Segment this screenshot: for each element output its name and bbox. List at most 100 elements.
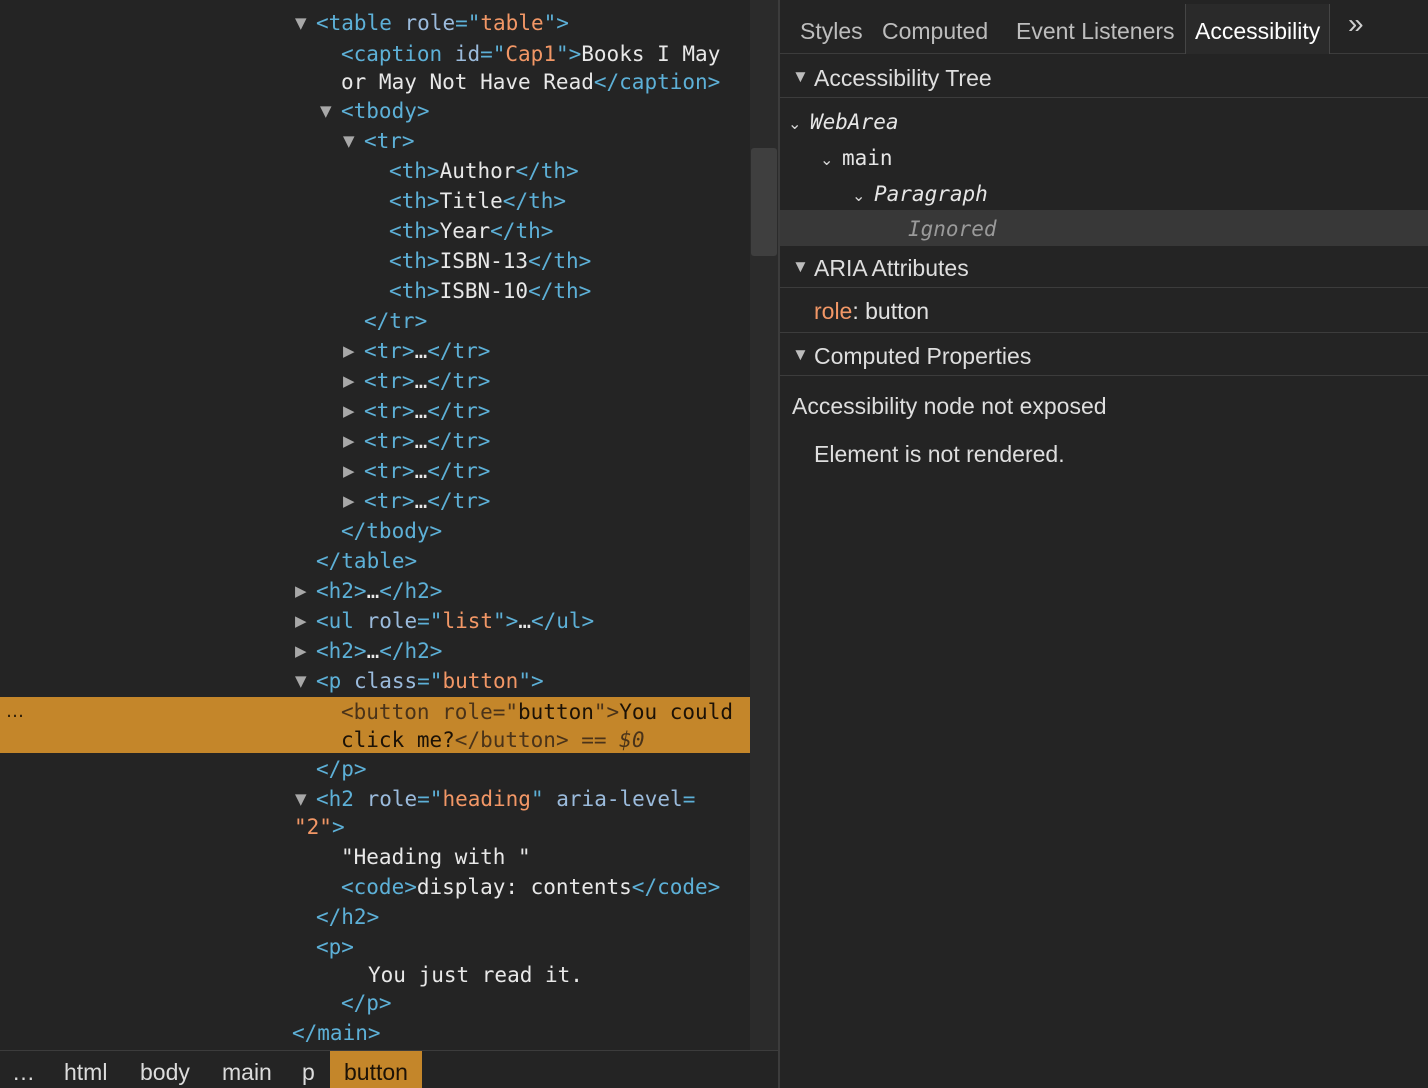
dom-node-line[interactable]: <th>Title</th> — [389, 186, 566, 216]
dom-token: aria-level — [556, 787, 683, 811]
breadcrumb-button[interactable]: button — [330, 1051, 422, 1088]
dom-token: =" — [480, 42, 506, 66]
dom-token: =" — [455, 11, 481, 35]
dom-node-line[interactable]: <h2>…</h2> — [316, 636, 442, 666]
chevron-down-icon[interactable]: ⌄ — [788, 107, 810, 143]
breadcrumb-more[interactable]: … — [12, 1051, 35, 1088]
dom-node-line[interactable]: <tr>…</tr> — [364, 336, 490, 366]
collapse-triangle-icon[interactable]: ▼ — [295, 784, 307, 814]
dom-tree-scrollbar[interactable] — [750, 0, 778, 1050]
dom-node-line[interactable]: <tr>…</tr> — [364, 486, 490, 516]
dom-node-line[interactable]: <tr>…</tr> — [364, 366, 490, 396]
dom-node-line[interactable]: <h2>…</h2> — [316, 576, 442, 606]
selected-dom-node[interactable]: … <button role="button">You could click me… — [0, 697, 750, 753]
dom-token: "> — [493, 609, 519, 633]
expand-triangle-icon[interactable]: ▶ — [343, 426, 355, 456]
dom-node-line[interactable]: <caption id="Cap1">Books I May — [341, 39, 720, 69]
chevron-down-icon[interactable]: ⌄ — [820, 143, 842, 179]
dom-node-line[interactable]: "Heading with " — [341, 842, 531, 872]
section-aria-attributes[interactable]: ▼ ARIA Attributes — [780, 246, 1428, 288]
dom-token: </p> — [341, 991, 392, 1015]
more-tabs-icon[interactable]: » — [1348, 8, 1364, 40]
elements-panel: ▼ <table role="table"> <caption id="Cap1">… — [0, 0, 778, 1088]
breadcrumb-html[interactable]: html — [64, 1051, 107, 1088]
dom-token: Cap1 — [505, 42, 556, 66]
expand-triangle-icon[interactable]: ▶ — [295, 636, 307, 666]
dom-token: table — [480, 11, 544, 35]
dom-node-line[interactable]: </p> — [316, 754, 367, 784]
collapse-triangle-icon[interactable]: ▼ — [295, 666, 307, 696]
aria-attribute-separator: : — [852, 298, 866, 324]
dom-node-line[interactable]: </tbody> — [341, 516, 442, 546]
dom-token: </caption> — [593, 70, 721, 94]
breadcrumb-body[interactable]: body — [140, 1051, 190, 1088]
dom-node-line[interactable]: </p> — [341, 988, 392, 1018]
dom-node-line[interactable]: <ul role="list">…</ul> — [316, 606, 594, 636]
dom-node-line[interactable]: <tr>…</tr> — [364, 426, 490, 456]
section-accessibility-tree[interactable]: ▼ Accessibility Tree — [780, 56, 1428, 98]
dom-token: </th> — [515, 159, 579, 183]
dom-node-line[interactable]: <tbody> — [341, 96, 430, 126]
dom-token: <table — [316, 11, 405, 35]
dom-node-line[interactable]: <th>Year</th> — [389, 216, 553, 246]
dom-token: <tr> — [364, 129, 415, 153]
dom-token: =" — [417, 609, 443, 633]
more-options-icon[interactable]: … — [6, 697, 24, 727]
tree-node-paragraph[interactable]: ⌄ Paragraph — [852, 176, 988, 212]
tab-event-listeners[interactable]: Event Listeners — [1016, 0, 1175, 54]
section-computed-properties[interactable]: ▼ Computed Properties — [780, 334, 1428, 376]
tree-node-webarea[interactable]: ⌄ WebArea — [788, 104, 899, 140]
dom-token: … — [518, 609, 531, 633]
dom-node-line[interactable]: <th>ISBN-10</th> — [389, 276, 591, 306]
expand-triangle-icon[interactable]: ▶ — [343, 486, 355, 516]
collapse-triangle-icon[interactable]: ▼ — [295, 8, 307, 38]
dom-node-line[interactable]: <p> — [316, 932, 354, 962]
dom-node-line[interactable]: <tr>…</tr> — [364, 396, 490, 426]
dom-node-line[interactable]: You just read it. — [368, 960, 583, 990]
dom-node-line[interactable]: <p class="button"> — [316, 666, 544, 696]
expand-triangle-icon[interactable]: ▶ — [295, 576, 307, 606]
tree-node-main[interactable]: ⌄ main — [820, 140, 893, 176]
breadcrumb-main[interactable]: main — [222, 1051, 272, 1088]
dom-tree-scroll-thumb[interactable] — [751, 148, 777, 256]
aria-attribute-name: role — [814, 298, 853, 324]
dom-node-line[interactable]: <table role="table"> — [316, 8, 569, 38]
dom-node-line[interactable]: </tr> — [364, 306, 427, 336]
dom-token: ISBN-10 — [439, 279, 529, 303]
expand-triangle-icon[interactable]: ▶ — [343, 396, 355, 426]
dom-node-line[interactable]: </table> — [316, 546, 417, 576]
dom-node-line[interactable]: <th>Author</th> — [389, 156, 579, 186]
breadcrumb-p[interactable]: p — [302, 1051, 315, 1088]
selected-line-2[interactable]: click me?</button> == $0 — [341, 725, 644, 755]
collapse-triangle-icon[interactable]: ▼ — [343, 126, 355, 156]
dom-node-line[interactable]: "2"> — [294, 812, 345, 842]
dom-token: You just read it. — [368, 963, 583, 987]
dom-node-line[interactable]: <code>display: contents</code> — [341, 872, 720, 902]
dom-token: > — [331, 815, 345, 839]
collapse-triangle-icon[interactable]: ▼ — [320, 96, 332, 126]
dom-node-line[interactable]: <h2 role="heading" aria-level= — [316, 784, 695, 814]
dom-node-line[interactable]: </h2> — [316, 902, 379, 932]
dom-token: =" — [417, 787, 443, 811]
dom-node-line[interactable]: or May Not Have Read</caption> — [341, 67, 720, 97]
selected-line-1[interactable]: <button role="button">You could — [341, 697, 733, 727]
tab-computed[interactable]: Computed — [882, 0, 988, 54]
dom-node-line[interactable]: <th>ISBN-13</th> — [389, 246, 591, 276]
tab-styles[interactable]: Styles — [800, 0, 863, 54]
expand-triangle-icon[interactable]: ▶ — [295, 606, 307, 636]
dom-node-line[interactable]: </main> — [292, 1018, 381, 1048]
dom-node-line[interactable]: <tr>…</tr> — [364, 456, 490, 486]
expand-triangle-icon[interactable]: ▶ — [343, 456, 355, 486]
tab-accessibility[interactable]: Accessibility — [1185, 4, 1331, 54]
sidebar-tabbar: Styles Computed Event Listeners Accessib… — [780, 0, 1428, 54]
expand-triangle-icon[interactable]: ▶ — [343, 336, 355, 366]
tree-node-ignored[interactable]: Ignored — [780, 210, 1428, 246]
dom-token: <tbody> — [341, 99, 430, 123]
dom-token: Books I May — [581, 42, 721, 66]
dom-node-line[interactable]: <tr> — [364, 126, 415, 156]
expand-triangle-icon[interactable]: ▶ — [343, 366, 355, 396]
dom-token: <h2 — [316, 787, 367, 811]
dom-token: </tr> — [364, 309, 428, 333]
dom-token: <tr> — [364, 459, 415, 483]
dom-tree[interactable]: ▼ <table role="table"> <caption id="Cap1">… — [0, 0, 750, 1050]
